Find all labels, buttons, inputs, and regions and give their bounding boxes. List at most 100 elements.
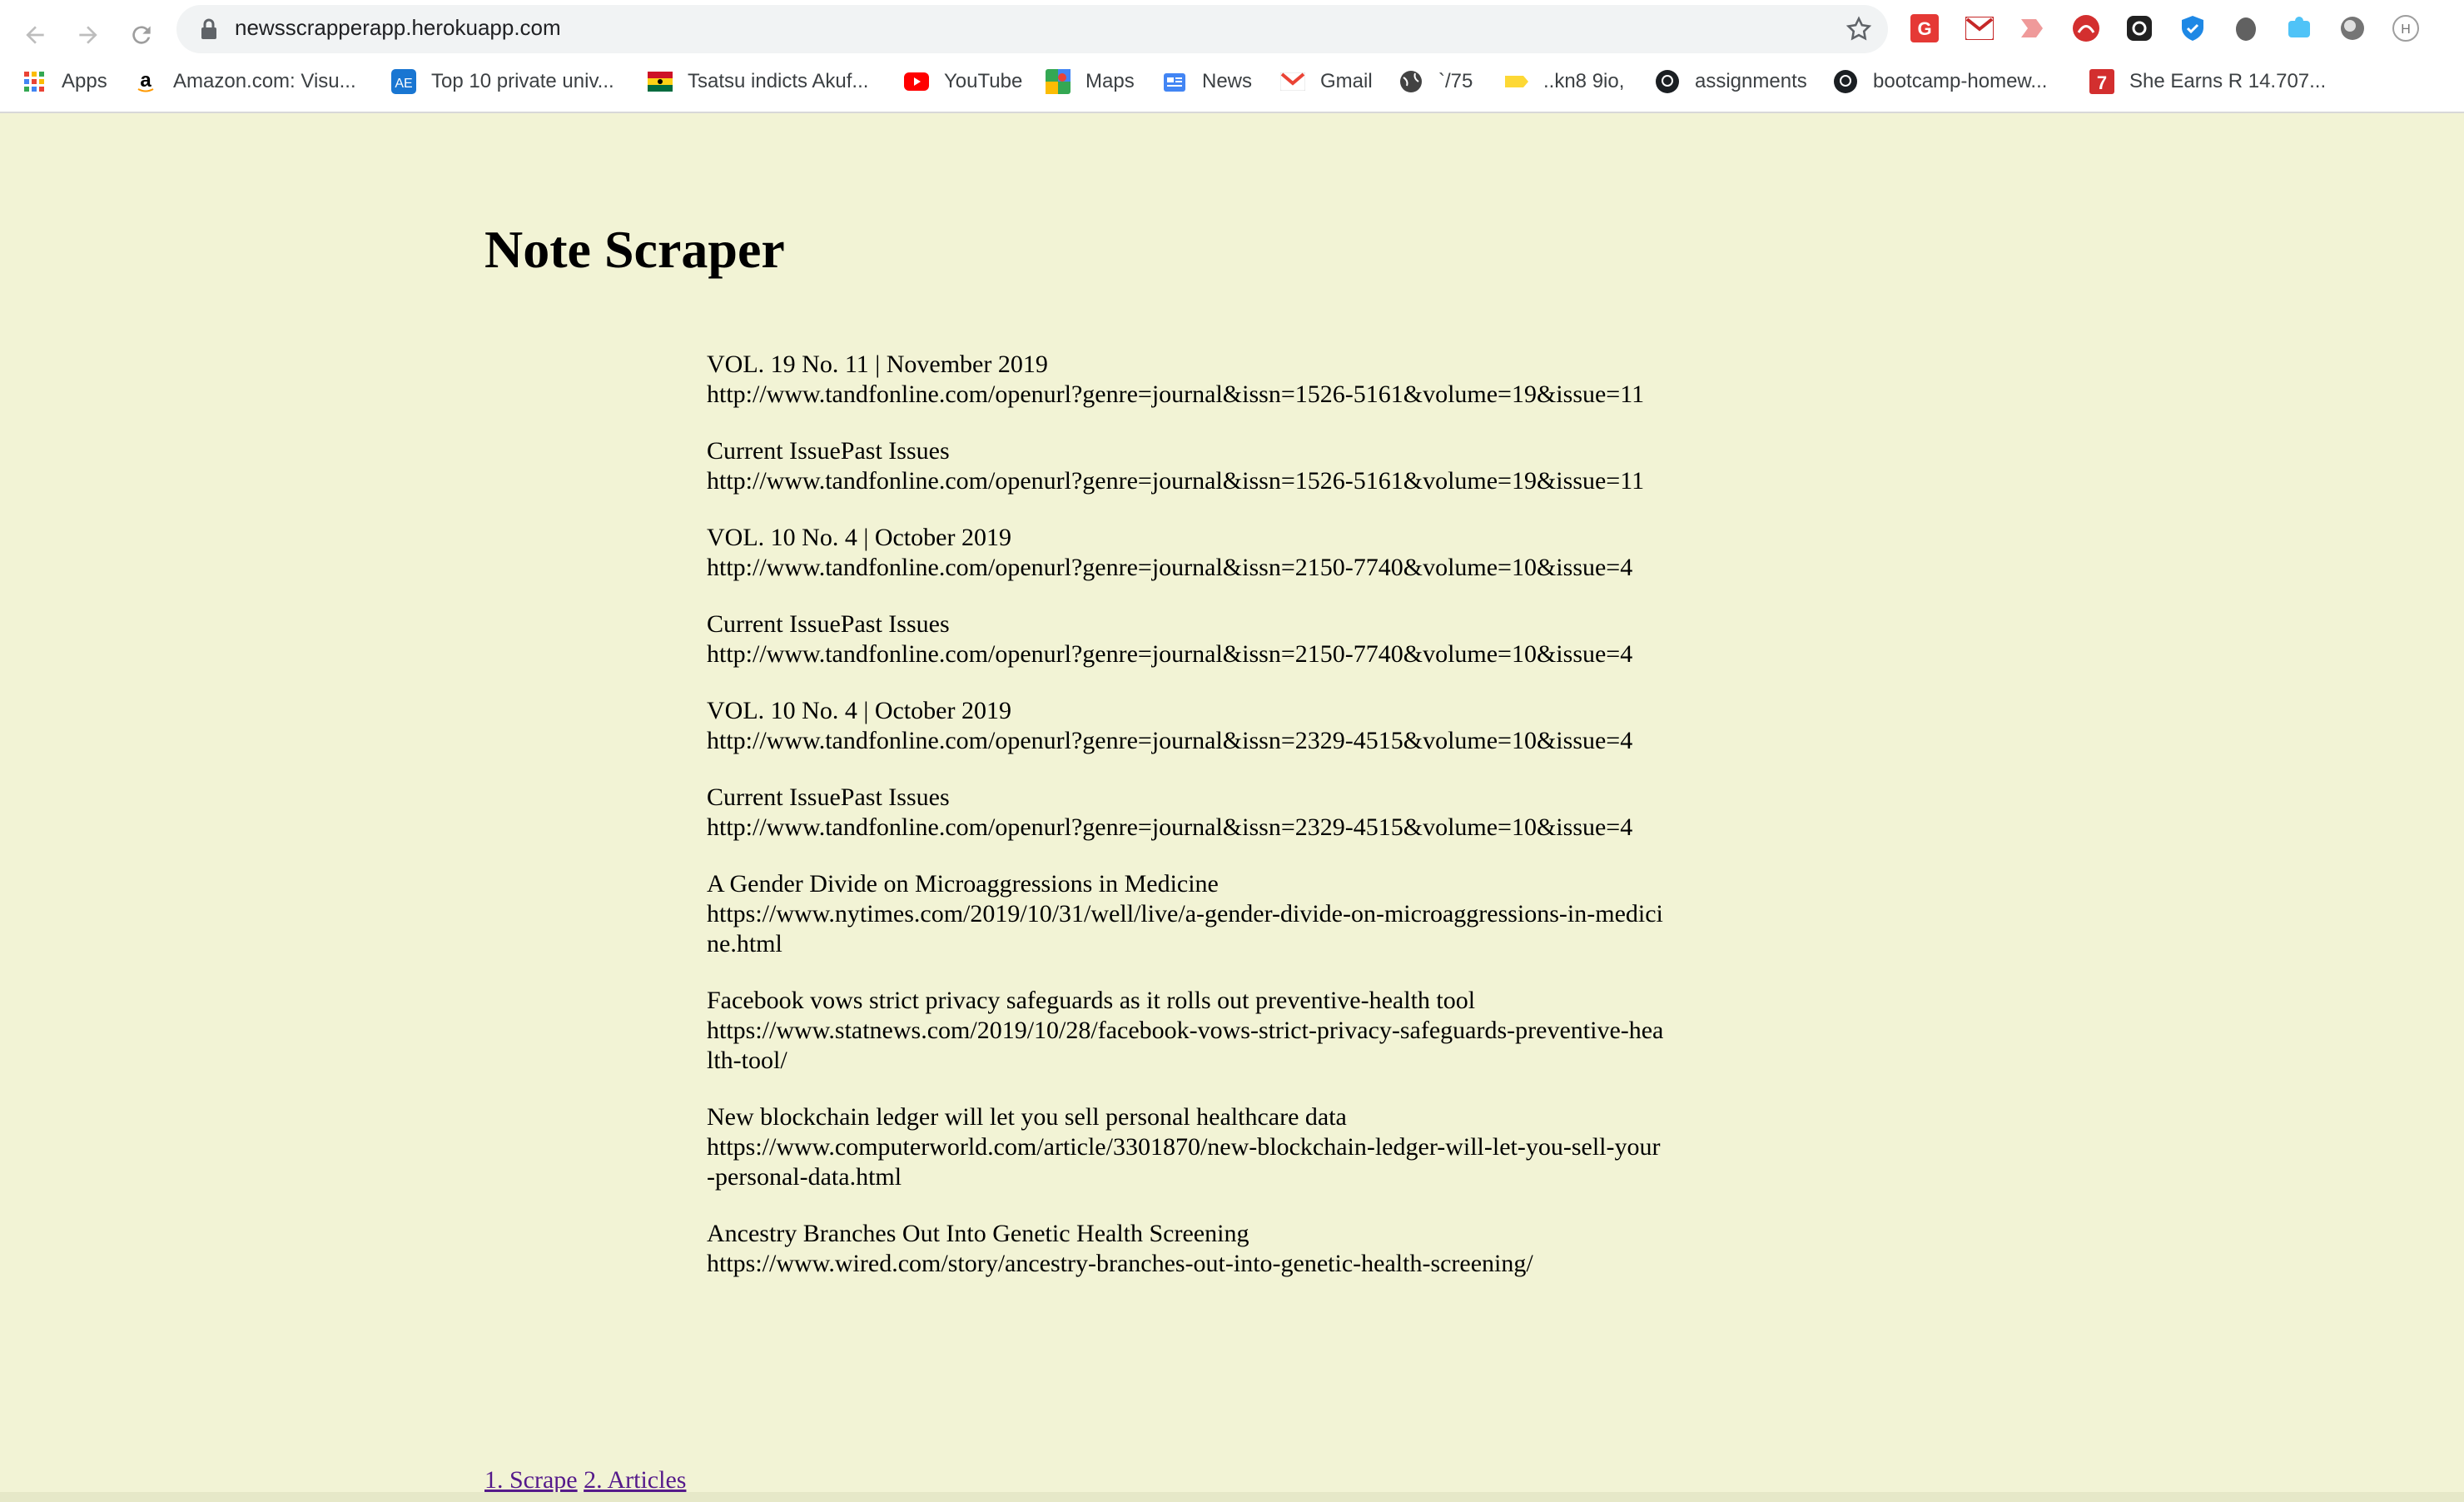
chain-extension-icon[interactable] — [2123, 12, 2156, 45]
bookmark-75[interactable]: `/75 — [1398, 67, 1473, 97]
github-icon — [1655, 69, 1680, 94]
youtube-icon — [904, 69, 929, 94]
page-bottom-edge — [0, 1492, 2464, 1502]
bookmark-assignments[interactable]: assignments — [1655, 67, 1807, 97]
tag-icon — [1503, 69, 1528, 94]
bookmark-bootcamp-homework[interactable]: bootcamp-homew... — [1833, 67, 2047, 97]
forward-button[interactable] — [63, 10, 113, 60]
article-headline: VOL. 10 No. 4 | October 2019 — [707, 524, 1011, 551]
news-icon — [1162, 69, 1187, 94]
bookmark-label: assignments — [1695, 70, 1807, 92]
back-button[interactable] — [10, 10, 60, 60]
flag-icon — [648, 69, 673, 94]
article-headline: Current IssuePast Issues — [707, 610, 950, 638]
bookmark-label: News — [1202, 70, 1253, 92]
svg-text:G: G — [1917, 18, 1931, 39]
page-title: Note Scraper — [484, 220, 785, 279]
arrow-left-icon — [26, 26, 44, 44]
profile-icon[interactable]: H — [2389, 12, 2422, 45]
grammarly-extension-icon[interactable]: G — [1908, 12, 1941, 45]
bookmark-top10-universities[interactable]: AE Top 10 private univ... — [391, 67, 614, 97]
bookmark-gmail[interactable]: Gmail — [1280, 67, 1373, 97]
bookmark-label: ..kn8 9io, — [1543, 70, 1625, 92]
article-item: Ancestry Branches Out Into Genetic Healt… — [707, 1219, 1664, 1279]
address-url: newsscrapperapp.herokuapp.com — [235, 15, 561, 40]
gmail-icon — [1280, 69, 1305, 94]
svg-text:H: H — [2401, 22, 2411, 37]
footer-nav: 1. Scrape 2. Articles — [484, 1465, 686, 1495]
article-url: http://www.tandfonline.com/openurl?genre… — [707, 813, 1633, 841]
article-item: New blockchain ledger will let you sell … — [707, 1102, 1664, 1192]
article-headline: Current IssuePast Issues — [707, 437, 950, 465]
lock-icon — [201, 18, 216, 39]
github-icon — [1833, 69, 1858, 94]
evernote-extension-icon[interactable] — [2229, 12, 2263, 45]
article-url: https://www.wired.com/story/ancestry-bra… — [707, 1250, 1533, 1277]
article-url: http://www.tandfonline.com/openurl?genre… — [707, 380, 1645, 408]
article-headline: New blockchain ledger will let you sell … — [707, 1103, 1347, 1131]
article-item: Current IssuePast Issues http://www.tand… — [707, 436, 1664, 496]
seven-icon: 7 — [2089, 69, 2114, 94]
article-url: https://www.computerworld.com/article/33… — [707, 1133, 1661, 1191]
address-bar[interactable]: newsscrapperapp.herokuapp.com — [176, 5, 1888, 53]
bookmark-label: `/75 — [1438, 70, 1473, 92]
apps-grid-icon — [22, 69, 47, 94]
bookmark-label: Tsatsu indicts Akuf... — [688, 70, 869, 92]
university-icon: AE — [391, 69, 416, 94]
article-headline: Current IssuePast Issues — [707, 783, 950, 811]
articles-link[interactable]: 2. Articles — [584, 1466, 686, 1494]
reload-button[interactable] — [117, 10, 166, 60]
reload-icon — [132, 26, 151, 44]
svg-text:7: 7 — [2097, 72, 2107, 93]
article-headline: Ancestry Branches Out Into Genetic Healt… — [707, 1220, 1249, 1247]
bookmark-maps[interactable]: Maps — [1046, 67, 1135, 97]
article-headline: VOL. 19 No. 11 | November 2019 — [707, 351, 1048, 378]
bookmark-news[interactable]: News — [1162, 67, 1252, 97]
svg-text:AE: AE — [395, 77, 412, 91]
lastpass-like-extension-icon[interactable] — [2069, 12, 2103, 45]
bookmark-label: Gmail — [1320, 70, 1373, 92]
bookmark-label: Top 10 private univ... — [431, 70, 614, 92]
article-url: http://www.tandfonline.com/openurl?genre… — [707, 727, 1633, 754]
bookmark-apps[interactable]: Apps — [22, 67, 107, 97]
svg-text:a: a — [140, 70, 152, 92]
article-item: VOL. 10 No. 4 | October 2019 http://www.… — [707, 696, 1664, 756]
article-url: https://www.nytimes.com/2019/10/31/well/… — [707, 900, 1663, 957]
bookmark-label: YouTube — [944, 70, 1023, 92]
bookmark-label: Amazon.com: Visu... — [173, 70, 356, 92]
bookmark-she-earns[interactable]: 7 She Earns R 14.707... — [2089, 67, 2326, 97]
bookmark-youtube[interactable]: YouTube — [904, 67, 1022, 97]
article-item: Facebook vows strict privacy safeguards … — [707, 986, 1664, 1076]
article-item: VOL. 10 No. 4 | October 2019 http://www.… — [707, 523, 1664, 583]
article-url: http://www.tandfonline.com/openurl?genre… — [707, 467, 1645, 495]
circle-extension-icon[interactable] — [2336, 12, 2369, 45]
bookmark-amazon[interactable]: a Amazon.com: Visu... — [133, 67, 356, 97]
screencast-extension-icon[interactable] — [2016, 12, 2049, 45]
browser-chrome: newsscrapperapp.herokuapp.com G H Apps a… — [0, 0, 2464, 113]
globe-icon — [1398, 69, 1423, 94]
gmail-extension-icon[interactable] — [1963, 12, 1996, 45]
article-url: http://www.tandfonline.com/openurl?genre… — [707, 640, 1633, 668]
bookmark-kn8[interactable]: ..kn8 9io, — [1503, 67, 1624, 97]
arrow-right-icon — [79, 26, 97, 44]
bookmark-label: bootcamp-homew... — [1873, 70, 2048, 92]
shield-extension-icon[interactable] — [2176, 12, 2209, 45]
bookmark-tsatsu[interactable]: Tsatsu indicts Akuf... — [648, 67, 868, 97]
bookmark-label: She Earns R 14.707... — [2129, 70, 2327, 92]
scrape-link[interactable]: 1. Scrape — [484, 1466, 578, 1494]
maps-icon — [1046, 69, 1071, 94]
article-url: https://www.statnews.com/2019/10/28/face… — [707, 1017, 1664, 1074]
bookmark-star-icon[interactable] — [1845, 15, 1873, 43]
article-headline: A Gender Divide on Microaggressions in M… — [707, 870, 1219, 898]
puzzle-extension-icon[interactable] — [2283, 12, 2316, 45]
article-item: VOL. 19 No. 11 | November 2019 http://ww… — [707, 350, 1664, 410]
bookmarks-bar: Apps a Amazon.com: Visu... AE Top 10 pri… — [0, 62, 2464, 102]
bookmark-label: Maps — [1085, 70, 1135, 92]
article-item: Current IssuePast Issues http://www.tand… — [707, 783, 1664, 843]
article-item: A Gender Divide on Microaggressions in M… — [707, 869, 1664, 959]
article-url: http://www.tandfonline.com/openurl?genre… — [707, 554, 1633, 581]
article-list: VOL. 19 No. 11 | November 2019 http://ww… — [707, 350, 1664, 1279]
article-headline: VOL. 10 No. 4 | October 2019 — [707, 697, 1011, 724]
article-item: Current IssuePast Issues http://www.tand… — [707, 609, 1664, 669]
article-headline: Facebook vows strict privacy safeguards … — [707, 987, 1476, 1014]
